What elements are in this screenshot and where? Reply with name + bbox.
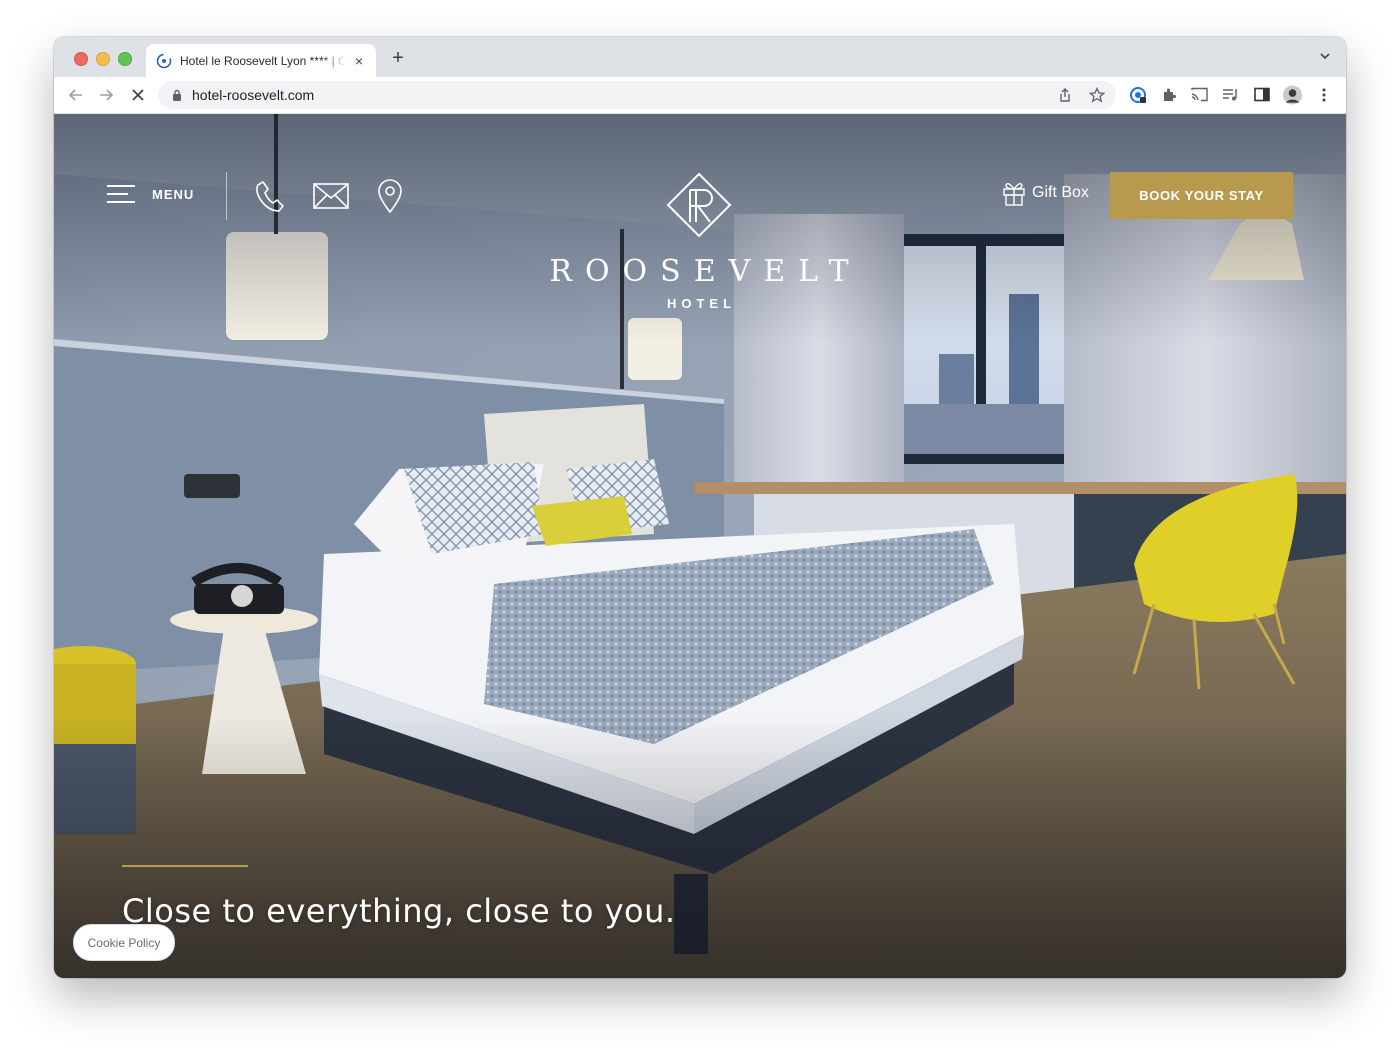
- book-your-stay-button[interactable]: BOOK YOUR STAY: [1110, 172, 1293, 219]
- mail-icon[interactable]: [313, 178, 349, 214]
- location-pin-icon[interactable]: [372, 178, 408, 214]
- new-tab-button[interactable]: +: [388, 47, 408, 70]
- menu-label: MENU: [152, 186, 195, 202]
- gold-divider: [122, 865, 248, 867]
- menu-icon: [107, 185, 135, 203]
- minimize-window-button[interactable]: [96, 52, 110, 66]
- phone-icon[interactable]: [252, 178, 288, 214]
- extensions-icon[interactable]: [1159, 85, 1178, 104]
- lock-icon: [173, 89, 181, 101]
- hero-tagline: Close to everything, close to you.: [122, 892, 676, 930]
- star-icon[interactable]: [1088, 86, 1106, 104]
- cookie-policy-button[interactable]: Cookie Policy: [73, 924, 175, 961]
- page-viewport: MENU ROOSEVELT HOTEL Gift Box BOOK YOUR …: [54, 114, 1346, 978]
- tab-search-chevron-icon[interactable]: [1318, 49, 1332, 63]
- tab-strip: Hotel le Roosevelt Lyon **** | C × +: [54, 37, 1346, 77]
- address-bar[interactable]: hotel-roosevelt.com: [158, 81, 1116, 109]
- kebab-menu-icon[interactable]: [1314, 85, 1333, 104]
- cast-icon[interactable]: [1190, 85, 1209, 104]
- url-text: hotel-roosevelt.com: [192, 87, 315, 103]
- browser-window: Hotel le Roosevelt Lyon **** | C × + hot…: [54, 37, 1346, 978]
- gift-box-link[interactable]: Gift Box: [1002, 180, 1089, 206]
- logo-emblem-icon: [666, 172, 732, 238]
- site-favicon-icon: [156, 53, 172, 68]
- media-icon[interactable]: [1221, 85, 1240, 104]
- stop-icon[interactable]: [128, 85, 148, 105]
- gift-box-label: Gift Box: [1032, 184, 1089, 201]
- active-tab[interactable]: Hotel le Roosevelt Lyon **** | C ×: [146, 44, 376, 77]
- close-window-button[interactable]: [74, 52, 88, 66]
- profile-avatar[interactable]: [1283, 85, 1302, 104]
- tab-title: Hotel le Roosevelt Lyon **** | C: [180, 53, 346, 68]
- logo-subtitle: HOTEL: [666, 296, 737, 311]
- side-panel-icon[interactable]: [1252, 85, 1271, 104]
- header-divider: [226, 172, 227, 220]
- tab-close-icon[interactable]: ×: [352, 53, 366, 69]
- browser-toolbar: hotel-roosevelt.com: [54, 77, 1346, 114]
- maximize-window-button[interactable]: [118, 52, 132, 66]
- extension-badge-icon[interactable]: [1128, 85, 1147, 104]
- window-controls: [74, 52, 132, 66]
- menu-button[interactable]: MENU: [106, 184, 194, 204]
- share-icon[interactable]: [1056, 86, 1074, 104]
- gift-icon: [1003, 182, 1025, 206]
- hotel-logo[interactable]: ROOSEVELT HOTEL: [534, 172, 864, 312]
- back-arrow-icon[interactable]: [66, 85, 86, 105]
- logo-wordmark: ROOSEVELT: [549, 254, 862, 289]
- forward-arrow-icon[interactable]: [96, 85, 116, 105]
